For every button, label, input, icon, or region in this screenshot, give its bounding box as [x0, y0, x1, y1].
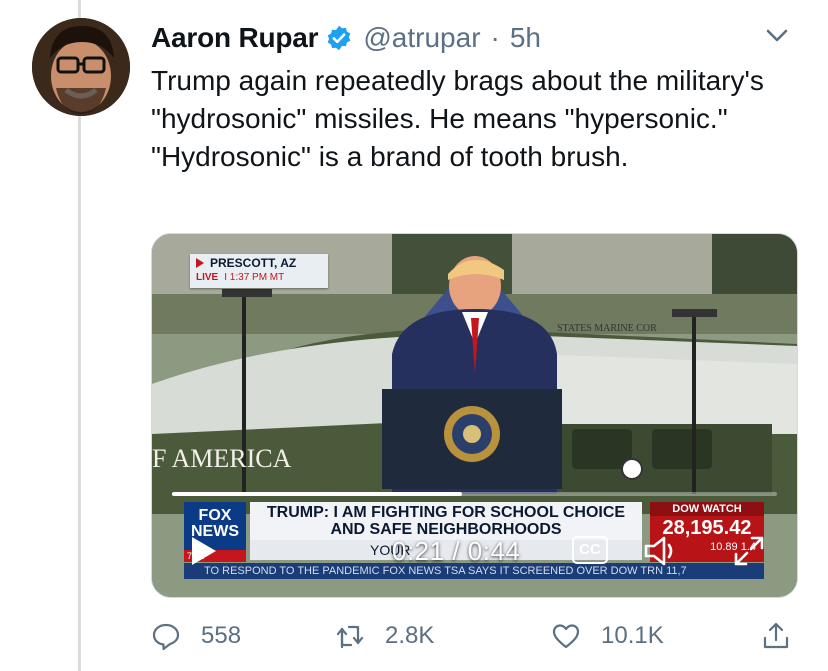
location-arrow-icon: [196, 258, 204, 268]
video-player[interactable]: F AMERICA STATES MARINE COR PRESCOTT, AZ…: [151, 233, 798, 598]
chevron-down-icon[interactable]: [762, 20, 792, 50]
like-count: 10.1K: [601, 622, 664, 649]
avatar[interactable]: [32, 18, 130, 116]
tweet-actions: 558 2.8K 10.1K: [151, 618, 801, 654]
tweet-time[interactable]: 5h: [510, 22, 541, 54]
marine-text: STATES MARINE COR: [557, 323, 657, 334]
play-icon[interactable]: [186, 534, 220, 568]
separator-dot: ·: [490, 22, 500, 53]
author-handle[interactable]: @atrupar: [363, 22, 480, 54]
location-label: PRESCOTT, AZ: [210, 256, 297, 270]
video-progress-fill: [172, 492, 463, 496]
like-button[interactable]: 10.1K: [551, 618, 664, 654]
retweet-icon: [336, 625, 364, 649]
live-time: I 1:37 PM MT: [224, 272, 285, 283]
helicopter-text: F AMERICA: [152, 444, 292, 473]
reply-button[interactable]: 558: [151, 618, 241, 654]
video-controls: 0:21 / 0:44 CC: [152, 530, 797, 570]
dow-title: DOW WATCH: [650, 502, 764, 516]
verified-badge-icon: [328, 25, 351, 51]
video-time: 0:21 / 0:44: [392, 536, 520, 567]
closed-captions-button[interactable]: CC: [572, 536, 608, 564]
live-row: LIVE I 1:37 PM MT: [196, 272, 284, 283]
current-time: 0:21: [392, 536, 445, 566]
time-separator: /: [444, 536, 468, 566]
share-button[interactable]: [761, 618, 791, 654]
reply-icon: [152, 623, 180, 651]
share-icon: [763, 622, 789, 649]
tweet-header: Aaron Rupar @atrupar · 5h: [151, 18, 541, 58]
retweet-button[interactable]: 2.8K: [335, 618, 434, 654]
retweet-count: 2.8K: [385, 622, 435, 649]
author-name[interactable]: Aaron Rupar: [151, 22, 319, 54]
tweet-text: Trump again repeatedly brags about the m…: [151, 65, 772, 172]
video-progress-bar[interactable]: [172, 492, 777, 496]
reply-count: 558: [201, 622, 242, 649]
avatar-image: [32, 18, 130, 116]
heart-icon: [552, 624, 580, 649]
fullscreen-icon[interactable]: [732, 534, 766, 568]
volume-icon[interactable]: [642, 534, 682, 568]
live-label: LIVE: [196, 272, 219, 283]
location-bug: PRESCOTT, AZ LIVE I 1:37 PM MT: [190, 254, 328, 288]
duration: 0:44: [467, 536, 521, 566]
